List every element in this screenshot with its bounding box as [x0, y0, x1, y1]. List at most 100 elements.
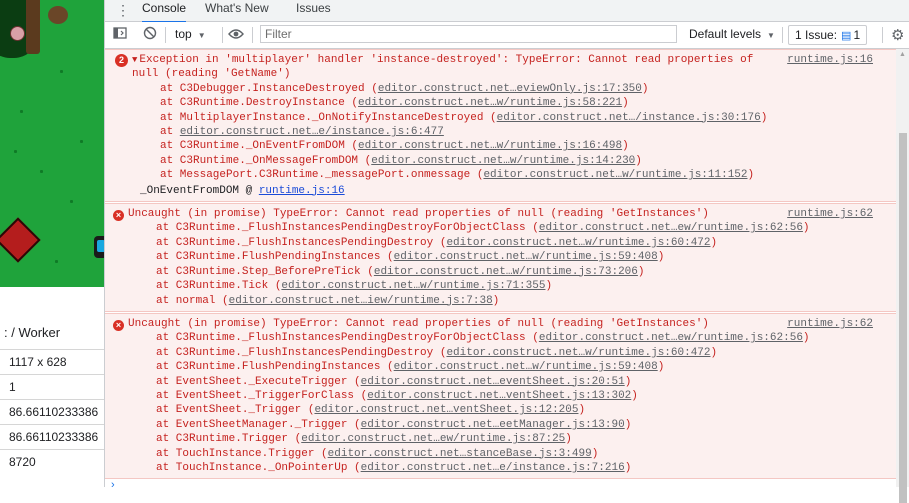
devtools-tab-bar: ⋮ Console What's New Issues: [105, 0, 909, 23]
expand-triangle-icon[interactable]: ▼: [132, 55, 137, 65]
toolbar-divider: [782, 27, 783, 43]
stack-frame: at C3Runtime._FlushInstancesPendingDestr…: [156, 346, 718, 359]
stack-frame-link[interactable]: editor.construct.net…ew/runtime.js:62:56: [539, 332, 803, 344]
sidebar-toggle-icon[interactable]: [111, 26, 129, 44]
game-preview-panel: : / Worker 1117 x 628 1 86.66110233386 8…: [0, 0, 104, 487]
error-text: Exception in 'multiplayer' handler 'inst…: [132, 54, 754, 81]
more-vertical-icon[interactable]: ⋮: [116, 2, 130, 19]
eye-icon[interactable]: [227, 26, 245, 44]
stack-frame-link[interactable]: editor.construct.net…eventSheet.js:20:51: [361, 376, 625, 388]
console-error-message[interactable]: 2 runtime.js:16 ▼ Exception in 'multiplay…: [105, 49, 896, 203]
stack-frame-link[interactable]: editor.construct.net…w/runtime.js:11:152: [483, 169, 747, 181]
stack-frame-link[interactable]: editor.construct.net…ew/runtime.js:62:56: [539, 222, 803, 234]
tab-console[interactable]: Console: [142, 0, 187, 23]
stack-frame: at MultiplayerInstance._OnNotifyInstance…: [160, 111, 768, 124]
console-error-message[interactable]: × runtime.js:62 Uncaught (in promise) Ty…: [105, 203, 896, 312]
stack-frame-link[interactable]: editor.construct.net…ventSheet.js:13:302: [367, 390, 631, 402]
grass-speck: [80, 140, 83, 143]
async-frame-link[interactable]: runtime.js:16: [259, 185, 345, 197]
stack-frame-link[interactable]: editor.construct.net…w/runtime.js:59:408: [394, 251, 658, 263]
stack-frame-link[interactable]: editor.construct.net…eviewOnly.js:17:350: [378, 83, 642, 95]
issues-count: 1: [853, 28, 861, 42]
stack-frame-link[interactable]: editor.construct.net…w/runtime.js:59:408: [394, 361, 658, 373]
console-error-message[interactable]: × runtime.js:62 Uncaught (in promise) Ty…: [105, 312, 896, 480]
console-prompt-caret-icon[interactable]: ›: [111, 479, 115, 491]
grass-speck: [40, 170, 43, 173]
stack-frame-link[interactable]: editor.construct.net…w/runtime.js:73:206: [374, 266, 638, 278]
tab-whats-new[interactable]: What's New: [205, 0, 269, 21]
caret-down-icon: ▼: [197, 31, 206, 40]
stack-frame-link[interactable]: editor.construct.net…/instance.js:30:176: [497, 112, 761, 124]
console-scrollbar[interactable]: ▲: [896, 49, 909, 503]
stack-frame: at C3Runtime.DestroyInstance (editor.con…: [160, 97, 629, 110]
console-messages: 2 runtime.js:16 ▼ Exception in 'multiplay…: [105, 49, 896, 487]
property-value: 86.66110233386: [9, 405, 99, 419]
stack-frame-link[interactable]: editor.construct.net…w/runtime.js:60:472: [446, 347, 710, 359]
tab-issues[interactable]: Issues: [296, 0, 331, 21]
property-value: 1: [9, 380, 16, 394]
game-canvas[interactable]: [0, 0, 104, 287]
property-row[interactable]: 86.66110233386: [0, 424, 104, 449]
issues-button[interactable]: 1 Issue: ▤ 1: [788, 25, 868, 45]
stack-frame: at TouchInstance.Trigger (editor.constru…: [156, 447, 599, 460]
stack-frame-link[interactable]: editor.construct.net…stanceBase.js:3:499: [328, 448, 592, 460]
stack-frame: at C3Runtime.FlushPendingInstances (edit…: [156, 361, 665, 374]
property-row[interactable]: 8720: [0, 449, 104, 474]
stack-trace: at C3Runtime._FlushInstancesPendingDestr…: [128, 221, 896, 307]
stack-frame-link[interactable]: editor.construct.net…ventSheet.js:12:205: [314, 404, 578, 416]
console-toolbar: top ▼ Default levels ▼ 1 Issue:▤1 ⚙: [105, 22, 909, 49]
stack-frame: at C3Runtime._FlushInstancesPendingDestr…: [156, 332, 810, 345]
scrollbar-thumb[interactable]: [899, 133, 907, 503]
gear-icon[interactable]: ⚙: [891, 26, 904, 44]
toolbar-divider: [222, 27, 223, 43]
stack-frame-link[interactable]: editor.construct.net…w/runtime.js:60:472: [446, 237, 710, 249]
log-levels-label: Default levels: [689, 27, 762, 41]
source-link[interactable]: runtime.js:62: [787, 317, 873, 331]
stack-frame: at EventSheet._TriggerForClass (editor.c…: [156, 389, 638, 402]
caret-down-icon: ▼: [767, 31, 775, 40]
stack-frame: at normal (editor.construct.net…iew/runt…: [156, 294, 500, 307]
stack-frame-link[interactable]: editor.construct.net…w/runtime.js:14:230: [371, 155, 635, 167]
stack-frame: at EventSheet._ExecuteTrigger (editor.co…: [156, 375, 632, 388]
stack-frame: at editor.construct.net…e/instance.js:6:…: [160, 126, 444, 139]
stack-frame-link[interactable]: editor.construct.net…eetManager.js:13:90: [361, 419, 625, 431]
gem-sprite: [0, 217, 41, 263]
stack-frame-link[interactable]: editor.construct.net…ew/runtime.js:87:25: [301, 433, 565, 445]
flower-sprite: [10, 26, 25, 41]
property-row[interactable]: 1: [0, 374, 104, 399]
properties-header: : / Worker: [0, 318, 104, 348]
context-label: top: [175, 27, 192, 41]
grass-speck: [60, 70, 63, 73]
stack-frame-link[interactable]: editor.construct.net…e/instance.js:6:477: [180, 126, 444, 138]
error-x-icon: ×: [113, 318, 124, 332]
scroll-up-arrow-icon[interactable]: ▲: [899, 51, 906, 58]
stack-trace: at C3Runtime._FlushInstancesPendingDestr…: [128, 331, 896, 475]
devtools-panel: ⋮ Console What's New Issues top ▼ Default…: [104, 0, 909, 503]
controller-light-sprite: [97, 240, 104, 252]
log-levels-dropdown[interactable]: Default levels ▼: [689, 27, 775, 41]
source-link[interactable]: runtime.js:62: [787, 207, 873, 221]
stack-frame-link[interactable]: editor.construct.net…w/runtime.js:16:498: [358, 140, 622, 152]
clear-console-icon[interactable]: [141, 26, 159, 44]
issues-label: 1 Issue:: [795, 28, 838, 42]
stack-frame: at C3Runtime.FlushPendingInstances (edit…: [156, 251, 665, 264]
stack-frame-link[interactable]: editor.construct.net…w/runtime.js:58:221: [358, 97, 622, 109]
stack-frame-link[interactable]: editor.construct.net…e/instance.js:7:216: [361, 462, 625, 474]
error-repeat-badge: 2: [115, 53, 128, 67]
property-value: 1117 x 628: [9, 355, 67, 369]
context-selector[interactable]: top ▼: [175, 27, 206, 41]
stack-frame-link[interactable]: editor.construct.net…iew/runtime.js:7:38: [229, 295, 493, 307]
filter-input[interactable]: [260, 25, 677, 43]
stack-frame: at EventSheet._Trigger (editor.construct…: [156, 404, 586, 417]
stack-frame: at C3Runtime._OnEventFromDOM (editor.con…: [160, 140, 629, 153]
stack-frame-link[interactable]: editor.construct.net…w/runtime.js:71:355: [281, 280, 545, 292]
stack-frame: at C3Runtime.Trigger (editor.construct.n…: [156, 433, 572, 446]
property-row[interactable]: 1117 x 628: [0, 349, 104, 374]
toolbar-divider: [252, 27, 253, 43]
property-row[interactable]: 86.66110233386: [0, 399, 104, 424]
source-link[interactable]: runtime.js:16: [787, 53, 873, 67]
grass-speck: [55, 260, 58, 263]
stack-trace: at C3Debugger.InstanceDestroyed (editor.…: [132, 82, 896, 183]
stack-frame: at TouchInstance._OnPointerUp (editor.co…: [156, 461, 632, 474]
stack-frame: at C3Runtime._FlushInstancesPendingDestr…: [156, 236, 718, 249]
